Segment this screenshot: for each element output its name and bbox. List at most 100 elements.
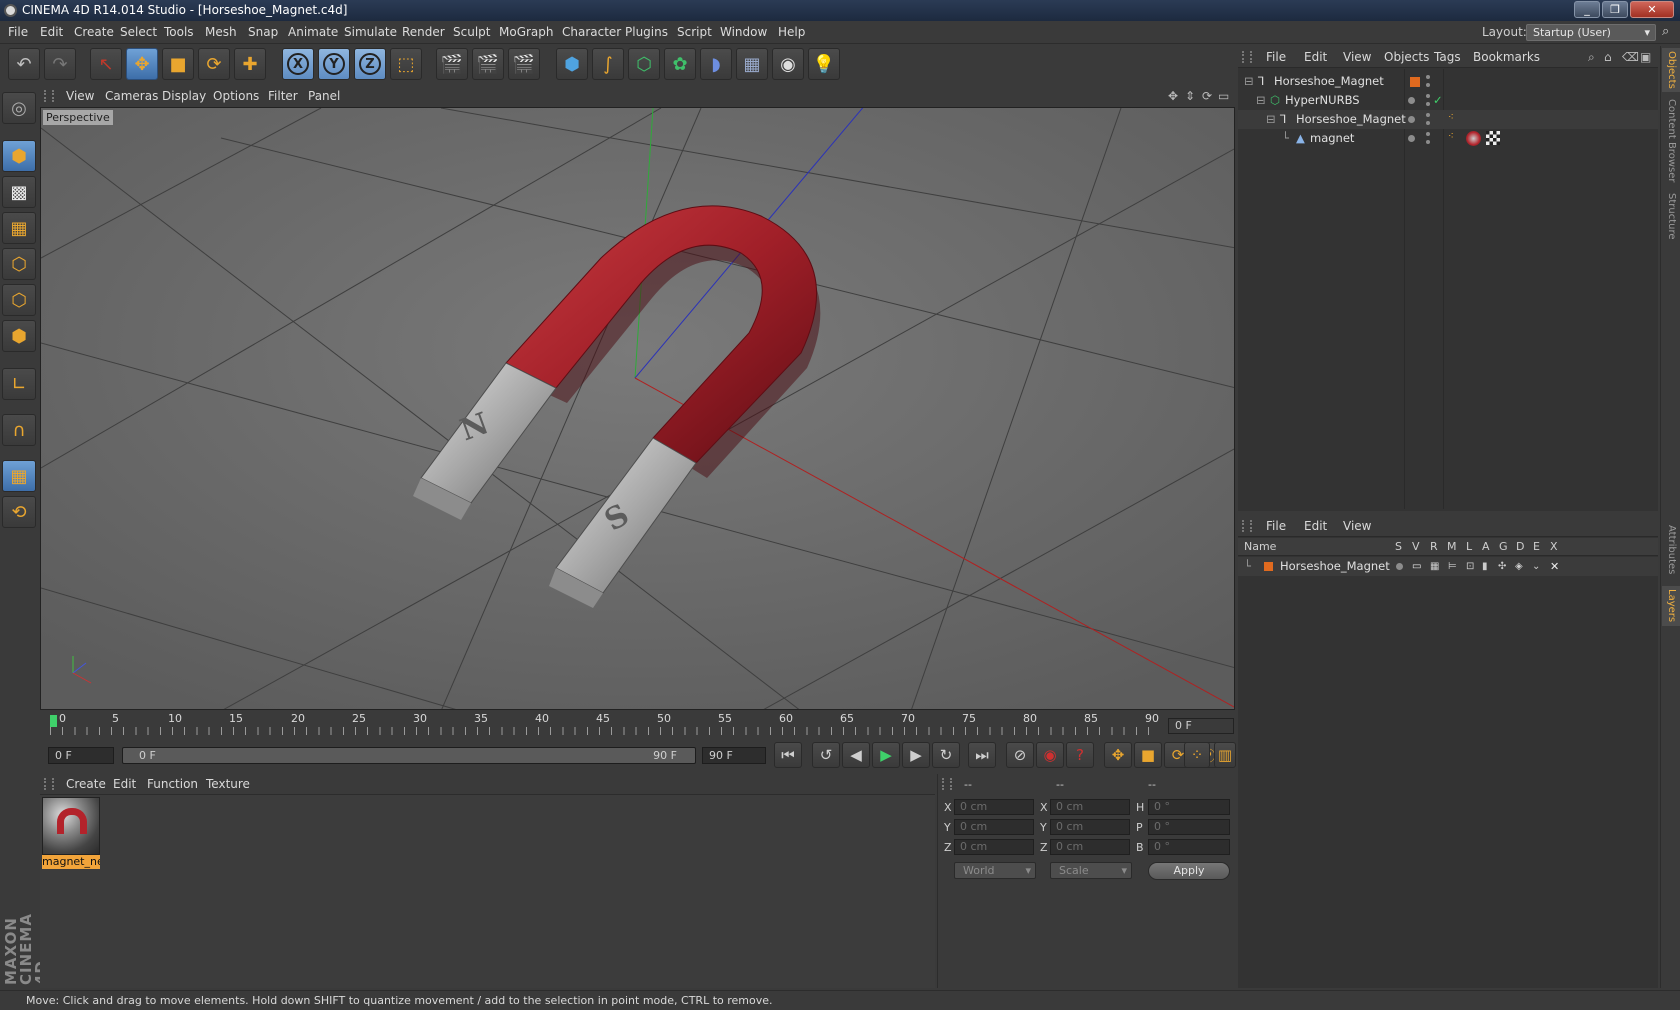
viewport-move-icon[interactable]: ✥ [1168, 86, 1178, 107]
column-view[interactable]: V [1412, 538, 1420, 556]
render-dot[interactable] [1426, 102, 1430, 106]
column-name[interactable]: Name [1244, 538, 1276, 556]
camera-button[interactable]: ◉ [772, 48, 804, 80]
expression-icon[interactable]: ⌄ [1532, 557, 1540, 576]
object-menu-bookmarks[interactable]: Bookmarks [1473, 46, 1540, 68]
column-solo[interactable]: S [1395, 538, 1402, 556]
object-menu-view[interactable]: View [1343, 46, 1371, 68]
back-icon[interactable]: ⌫ [1622, 46, 1639, 68]
checkmark-icon[interactable]: ✓ [1433, 91, 1443, 110]
render-dot[interactable] [1426, 121, 1430, 125]
y-axis-button[interactable]: Y [318, 48, 350, 80]
move-tool-button[interactable]: ✥ [126, 48, 158, 80]
recent-tools-button[interactable]: ✚ [234, 48, 266, 80]
viewport-rotate-icon[interactable]: ⟳ [1202, 86, 1212, 107]
menu-window[interactable]: Window [720, 21, 767, 44]
rotate-tool-button[interactable]: ⟳ [198, 48, 230, 80]
menu-sculpt[interactable]: Sculpt [453, 21, 490, 44]
light-button[interactable]: 💡 [808, 48, 840, 80]
render-dot[interactable] [1426, 83, 1430, 87]
snap-button[interactable]: ∩ [2, 414, 36, 446]
rot-b-field[interactable]: 0 ° [1148, 839, 1230, 855]
material-swatch[interactable]: magnet_ne [42, 797, 100, 869]
maximize-button[interactable]: ❐ [1602, 1, 1628, 18]
collapse-icon[interactable]: ⊟ [1266, 110, 1276, 129]
lock-icon[interactable]: ⊡ [1466, 557, 1474, 576]
end-frame-field[interactable]: 90 F [702, 747, 766, 764]
viewport-menu-view[interactable]: View [66, 86, 94, 107]
edges-mode-button[interactable]: ⬡ [2, 284, 36, 316]
layer-dot[interactable] [1408, 97, 1415, 104]
layer-menu-file[interactable]: File [1266, 515, 1286, 537]
search-icon[interactable]: ⌕ [1662, 24, 1669, 39]
viewport-menu-display[interactable]: Display [162, 86, 206, 107]
points-mode-button[interactable]: ⬡ [2, 248, 36, 280]
menu-create[interactable]: Create [74, 21, 114, 44]
play-button[interactable]: ▶ [872, 742, 900, 768]
go-to-end-button[interactable]: ⏭ [968, 742, 996, 768]
visibility-dot[interactable] [1426, 94, 1430, 98]
column-expressions[interactable]: E [1533, 538, 1540, 556]
visibility-dot[interactable] [1426, 75, 1430, 79]
column-manager[interactable]: M [1447, 538, 1457, 556]
menu-snap[interactable]: Snap [248, 21, 278, 44]
record-button[interactable]: ◉ [1036, 742, 1064, 768]
spline-button[interactable]: ∫ [592, 48, 624, 80]
viewport-menu-filter[interactable]: Filter [268, 86, 298, 107]
size-y-field[interactable]: 0 cm [1050, 819, 1130, 835]
nurbs-button[interactable]: ⬡ [628, 48, 660, 80]
tag-phong-icon[interactable]: ⁖ [1448, 127, 1454, 146]
column-animation[interactable]: A [1482, 538, 1490, 556]
timeline-window-button[interactable]: ▥ [1214, 742, 1236, 768]
home-icon[interactable]: ⌂ [1604, 46, 1612, 68]
x-axis-button[interactable]: X [282, 48, 314, 80]
timeline-ruler[interactable]: 0 5 10 15 20 25 30 35 40 45 50 55 60 65 … [40, 712, 1235, 740]
deformer-button[interactable]: ◗ [700, 48, 732, 80]
menu-plugins[interactable]: Plugins [625, 21, 668, 44]
menu-select[interactable]: Select [120, 21, 157, 44]
current-frame-field[interactable]: 0 F [1168, 718, 1234, 734]
planar-workplane-button[interactable]: ⟲ [2, 496, 36, 528]
texture-mode-button[interactable]: ▩ [2, 176, 36, 208]
tab-content-browser[interactable]: Content Browser [1662, 98, 1680, 184]
tab-attributes[interactable]: Attributes [1662, 520, 1680, 580]
layer-color-swatch[interactable] [1264, 562, 1273, 571]
viewport-menu-cameras[interactable]: Cameras [105, 86, 158, 107]
motion-recording-button[interactable]: ⊘ [1006, 742, 1034, 768]
tab-structure[interactable]: Structure [1662, 190, 1680, 242]
menu-script[interactable]: Script [677, 21, 712, 44]
record-point-level-button[interactable]: ⁘ [1184, 742, 1210, 768]
texture-tag-checker-icon[interactable] [1486, 131, 1500, 145]
object-row[interactable]: └ ▲ magnet ⁖ [1238, 129, 1658, 148]
solo-toggle[interactable] [1396, 563, 1403, 570]
model-mode-button[interactable]: ⬢ [2, 140, 36, 172]
menu-edit[interactable]: Edit [40, 21, 63, 44]
render-dot[interactable] [1426, 140, 1430, 144]
menu-help[interactable]: Help [778, 21, 805, 44]
manager-tree-icon[interactable]: ⊨ [1448, 557, 1457, 576]
size-mode-select[interactable]: Scale ▾ [1050, 862, 1132, 879]
start-frame-field[interactable]: 0 F [48, 747, 114, 764]
object-menu-file[interactable]: File [1266, 46, 1286, 68]
menu-animate[interactable]: Animate [288, 21, 338, 44]
render-clapper-icon[interactable]: ▦ [1430, 557, 1439, 576]
material-tag-icon[interactable] [1466, 131, 1481, 146]
menu-mograph[interactable]: MoGraph [499, 21, 554, 44]
viewport-maximize-icon[interactable]: ▭ [1218, 86, 1229, 107]
workplane-mode-button[interactable]: ▦ [2, 212, 36, 244]
column-render[interactable]: R [1430, 538, 1438, 556]
next-frame-button[interactable]: ▶ [902, 742, 930, 768]
menu-file[interactable]: File [8, 21, 28, 44]
floor-button[interactable]: ▦ [736, 48, 768, 80]
perspective-viewport[interactable]: N S Perspective [40, 107, 1235, 710]
collapse-icon[interactable]: ⊟ [1244, 72, 1254, 91]
object-row[interactable]: ⊟ ⅂ Horseshoe_Magnet [1238, 72, 1658, 91]
preview-range-slider[interactable]: 0 F 90 F [122, 747, 696, 764]
size-x-field[interactable]: 0 cm [1050, 799, 1130, 815]
search-icon[interactable]: ⌕ [1588, 46, 1595, 68]
pos-z-field[interactable]: 0 cm [954, 839, 1034, 855]
axis-mode-button[interactable]: ∟ [2, 368, 36, 400]
rot-h-field[interactable]: 0 ° [1148, 799, 1230, 815]
redo-button[interactable]: ↷ [44, 48, 76, 80]
pos-x-field[interactable]: 0 cm [954, 799, 1034, 815]
